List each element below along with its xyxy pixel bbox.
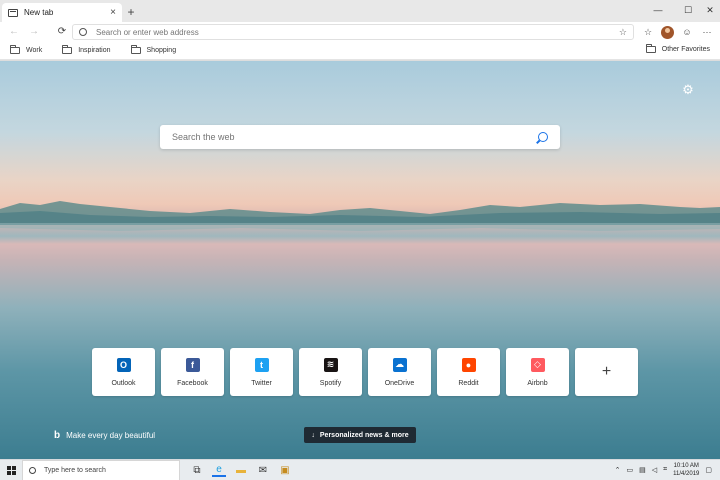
- store-icon[interactable]: ▣: [278, 463, 292, 477]
- notifications-icon[interactable]: ▢: [705, 466, 712, 474]
- favorite-label: Inspiration: [78, 47, 111, 54]
- news-label: Personalized news & more: [319, 431, 409, 439]
- windows-logo-icon: [6, 465, 16, 475]
- quick-link-label: Spotify: [319, 379, 342, 387]
- search-icon: [79, 28, 87, 36]
- spotify-icon: ≋: [323, 357, 338, 372]
- profile-avatar[interactable]: [661, 25, 674, 39]
- web-search-input[interactable]: [172, 132, 538, 142]
- quick-link-facebook[interactable]: f Facebook: [161, 348, 224, 396]
- bing-logo-icon: b: [54, 430, 61, 441]
- system-tray: ⌃ ▭ ▤ ◁ ⌗ 10:10 AM 11/4/2019 ▢: [615, 462, 712, 478]
- bing-text: Make every day beautiful: [66, 431, 156, 440]
- new-tab-page: [0, 61, 720, 459]
- mail-icon[interactable]: ✉: [256, 463, 270, 477]
- folder-icon: [130, 45, 141, 54]
- personalized-news-button[interactable]: ↓ Personalized news & more: [304, 427, 416, 443]
- clock[interactable]: 10:10 AM 11/4/2019: [673, 462, 699, 478]
- favorite-star-icon[interactable]: ☆: [619, 27, 627, 38]
- favorites-bar: Work Inspiration Shopping Other Favorite…: [0, 42, 720, 60]
- chevron-up-icon[interactable]: ⌃: [615, 466, 621, 474]
- quick-link-label: Reddit: [458, 379, 479, 387]
- refresh-button[interactable]: ⟳: [52, 24, 72, 40]
- clock-date: 11/4/2019: [673, 471, 700, 477]
- quick-link-outlook[interactable]: O Outlook: [92, 348, 155, 396]
- collections-icon[interactable]: ☆: [641, 24, 655, 40]
- search-icon: [29, 466, 36, 474]
- favorite-label: Shopping: [146, 47, 177, 54]
- folder-icon: [645, 44, 656, 53]
- volume-icon[interactable]: ◁: [652, 466, 657, 474]
- outlook-icon: O: [116, 357, 131, 372]
- close-window-button[interactable]: ✕: [700, 3, 720, 17]
- taskbar-search[interactable]: Type here to search: [22, 459, 180, 480]
- quick-link-twitter[interactable]: t Twitter: [230, 348, 293, 396]
- edge-icon[interactable]: e: [212, 463, 226, 477]
- address-bar[interactable]: ☆: [72, 24, 634, 40]
- feedback-emoji-icon[interactable]: ☺: [680, 24, 694, 40]
- tab-close-button[interactable]: ×: [110, 7, 116, 18]
- other-favorites-label: Other Favorites: [661, 46, 710, 53]
- quick-links: O Outlook f Facebook t Twitter ≋ Spotify ☁ OneDri…: [92, 348, 638, 396]
- tab-title: New tab: [24, 8, 54, 17]
- quick-link-label: Outlook: [111, 379, 136, 387]
- back-button[interactable]: ←: [4, 24, 24, 40]
- facebook-icon: f: [185, 357, 200, 372]
- onedrive-icon: ☁: [392, 357, 407, 372]
- forward-button[interactable]: →: [24, 24, 44, 40]
- quick-link-reddit[interactable]: ● Reddit: [437, 348, 500, 396]
- quick-link-label: OneDrive: [384, 379, 415, 387]
- quick-link-label: Airbnb: [527, 379, 548, 387]
- arrow-down-icon: ↓: [311, 431, 315, 439]
- taskbar-apps: ⧉ e ▬ ✉ ▣: [190, 463, 292, 477]
- favorite-folder-shopping[interactable]: Shopping: [130, 45, 177, 54]
- maximize-button[interactable]: ☐: [678, 3, 698, 17]
- plus-icon: +: [601, 363, 612, 380]
- new-tab-button[interactable]: +: [125, 5, 137, 19]
- search-icon[interactable]: [538, 132, 548, 142]
- quick-link-airbnb[interactable]: ◇ Airbnb: [506, 348, 569, 396]
- bing-tagline[interactable]: b Make every day beautiful: [54, 430, 155, 441]
- start-button[interactable]: [0, 460, 22, 480]
- quick-link-spotify[interactable]: ≋ Spotify: [299, 348, 362, 396]
- twitter-icon: t: [254, 357, 269, 372]
- ime-icon[interactable]: ⌗: [663, 466, 667, 474]
- favorite-folder-work[interactable]: Work: [10, 45, 43, 54]
- quick-link-label: Facebook: [177, 379, 208, 387]
- folder-icon: [62, 45, 73, 54]
- minimize-button[interactable]: —: [648, 3, 668, 17]
- more-menu-button[interactable]: ···: [700, 24, 714, 40]
- new-tab-icon: [8, 8, 18, 17]
- tab-strip: New tab × + — ☐ ✕: [0, 0, 720, 22]
- battery-icon[interactable]: ▭: [627, 466, 634, 474]
- favorite-folder-inspiration[interactable]: Inspiration: [62, 45, 111, 54]
- taskbar: Type here to search ⧉ e ▬ ✉ ▣ ⌃ ▭ ▤ ◁ ⌗ 10:1…: [0, 459, 720, 480]
- taskbar-search-placeholder: Type here to search: [44, 466, 106, 474]
- navigation-bar: ← → ⟳ ☆ ☆ ☺ ···: [0, 22, 720, 42]
- network-icon[interactable]: ▤: [639, 466, 646, 474]
- settings-gear-icon[interactable]: ⚙: [681, 83, 695, 97]
- file-explorer-icon[interactable]: ▬: [234, 463, 248, 477]
- task-view-icon[interactable]: ⧉: [190, 463, 204, 477]
- background-mountains: [0, 201, 720, 231]
- tab-new-tab[interactable]: New tab ×: [2, 3, 122, 22]
- add-quick-link-button[interactable]: +: [575, 348, 638, 396]
- toolbar-right: ☆ ☺ ···: [641, 24, 714, 40]
- reddit-icon: ●: [461, 357, 476, 372]
- other-favorites[interactable]: Other Favorites: [645, 44, 710, 53]
- favorite-label: Work: [26, 47, 43, 54]
- quick-link-onedrive[interactable]: ☁ OneDrive: [368, 348, 431, 396]
- clock-time: 10:10 AM: [673, 463, 699, 469]
- airbnb-icon: ◇: [530, 357, 545, 372]
- quick-link-label: Twitter: [251, 379, 272, 387]
- address-input[interactable]: [96, 27, 619, 37]
- folder-icon: [10, 45, 20, 54]
- web-search-box[interactable]: [160, 125, 560, 149]
